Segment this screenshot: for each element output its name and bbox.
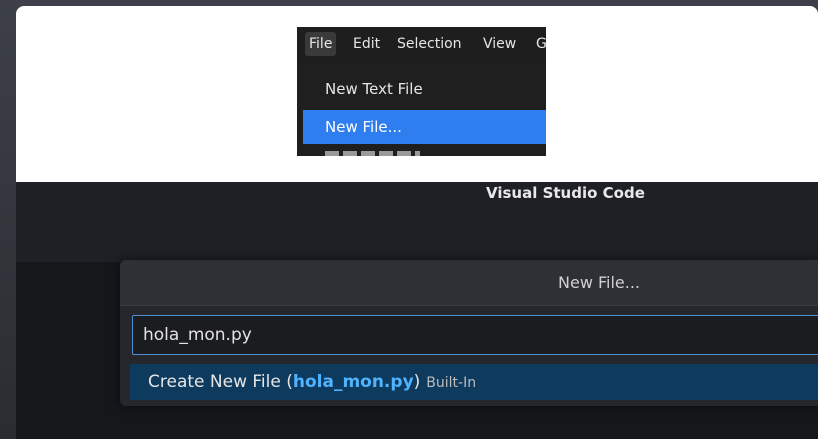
result-description: Built-In (426, 375, 477, 391)
file-menu-screenshot: File Edit Selection View G New Text File… (297, 27, 546, 156)
menu-selection[interactable]: Selection (397, 36, 462, 52)
menu-item-new-window-cutoff (325, 151, 420, 156)
menu-item-new-file[interactable]: New File... (303, 110, 546, 144)
result-suffix: ) (413, 372, 421, 392)
menu-go[interactable]: G (536, 36, 546, 52)
screenshot-card: File Edit Selection View G New Text File… (16, 6, 818, 439)
result-highlight: hola_mon.py (292, 372, 414, 392)
menu-edit[interactable]: Edit (353, 36, 380, 52)
app-title: Visual Studio Code (486, 184, 645, 202)
quick-pick-panel: New File... hola_mon.py Create New File … (120, 260, 818, 406)
quick-pick-title-text: New File... (558, 273, 641, 292)
quick-pick-title: New File... (120, 260, 818, 306)
menu-item-new-text-file[interactable]: New Text File (303, 72, 546, 106)
white-background: File Edit Selection View G New Text File… (16, 6, 818, 182)
title-bar: Visual Studio Code (16, 182, 818, 262)
menu-file[interactable]: File (305, 32, 337, 56)
menu-bar: File Edit Selection View G (297, 27, 546, 61)
quick-pick-result-create-file[interactable]: Create New File (hola_mon.py) Built-In (130, 364, 818, 400)
result-prefix: Create New File ( (148, 372, 293, 392)
menu-view[interactable]: View (483, 36, 516, 52)
quick-pick-input[interactable]: hola_mon.py (132, 315, 818, 355)
